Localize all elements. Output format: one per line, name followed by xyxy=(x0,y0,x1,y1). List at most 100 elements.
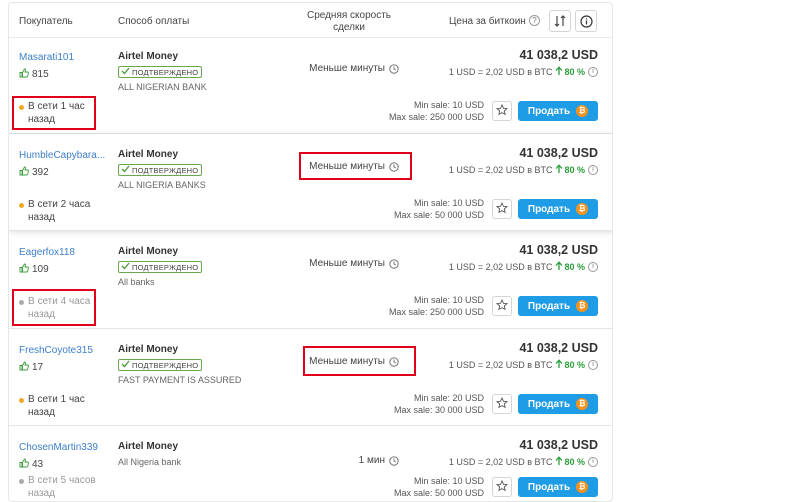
star-icon xyxy=(495,298,509,314)
info-icon[interactable]: i xyxy=(588,165,598,175)
favorite-button[interactable] xyxy=(492,296,512,316)
info-icon[interactable]: i xyxy=(588,457,598,467)
star-icon xyxy=(495,479,509,495)
avg-speed: 1 мин xyxy=(269,455,399,466)
buyer-username-link[interactable]: Masarati101 xyxy=(19,52,74,63)
speed-text: Меньше минуты xyxy=(309,356,385,367)
rating-count: 109 xyxy=(32,264,49,275)
rate-text: 1 USD = 2,02 USD в BTC xyxy=(448,262,553,272)
status-dot xyxy=(19,203,24,208)
min-sale: Min sale: 10 USD xyxy=(413,100,484,110)
column-price[interactable]: Цена за биткоин xyxy=(449,16,526,27)
favorite-button[interactable] xyxy=(492,101,512,121)
sort-button[interactable] xyxy=(549,10,571,32)
speed-text: Меньше минуты xyxy=(309,161,385,172)
check-icon xyxy=(121,262,130,272)
sell-button[interactable]: Продать ₿ xyxy=(518,296,598,316)
column-buyer[interactable]: Покупатель xyxy=(19,16,73,27)
column-payment-method[interactable]: Способ оплаты xyxy=(118,16,189,27)
sell-label: Продать xyxy=(527,300,571,312)
buyer-rating: 109 xyxy=(19,263,49,276)
rating-count: 815 xyxy=(32,69,49,80)
sell-button[interactable]: Продать ₿ xyxy=(518,394,598,414)
table-header: Покупатель Способ оплаты Средняя скорост… xyxy=(9,3,612,38)
sell-button[interactable]: Продать ₿ xyxy=(518,477,598,497)
sort-icon xyxy=(554,15,566,27)
bank-note: FAST PAYMENT IS ASSURED xyxy=(118,375,242,385)
buyer-username-link[interactable]: ChosenMartin339 xyxy=(19,442,98,453)
help-icon[interactable]: ? xyxy=(529,15,540,26)
info-icon xyxy=(579,14,593,28)
verified-label: ПОДТВЕРЖДЕНО xyxy=(132,262,199,272)
percent-value: 80 % xyxy=(564,67,585,77)
bitcoin-icon: ₿ xyxy=(576,481,589,493)
bitcoin-icon: ₿ xyxy=(576,105,589,117)
speed-text: 1 мин xyxy=(358,455,385,466)
table-row: FreshCoyote315 17 В сети 1 час назад Air… xyxy=(9,329,612,426)
sell-label: Продать xyxy=(527,105,571,117)
sell-button[interactable]: Продать ₿ xyxy=(518,199,598,219)
percent-value: 80 % xyxy=(564,457,585,467)
check-icon xyxy=(121,165,130,175)
offers-table: Покупатель Способ оплаты Средняя скорост… xyxy=(8,2,613,502)
status-dot xyxy=(19,479,24,484)
payment-method-name: Airtel Money xyxy=(118,344,179,355)
rate-percent: 80 % xyxy=(555,66,585,78)
buyer-username-link[interactable]: FreshCoyote315 xyxy=(19,345,93,356)
rate-text: 1 USD = 2,02 USD в BTC xyxy=(448,457,553,467)
buyer-username-link[interactable]: HumbleCapybara... xyxy=(19,150,105,161)
sale-limits: Min sale: 10 USD Max sale: 250 000 USD xyxy=(349,99,484,123)
buyer-username-link[interactable]: Eagerfox118 xyxy=(19,247,75,258)
column-avg-speed[interactable]: Средняя скорость сделки xyxy=(299,10,399,34)
thumbs-up-icon xyxy=(19,263,29,276)
table-row: ChosenMartin339 43 В сети 5 часов назад … xyxy=(9,426,612,501)
rate-text: 1 USD = 2,02 USD в BTC xyxy=(448,67,553,77)
status-text: В сети 1 час назад xyxy=(28,394,85,418)
rate-percent: 80 % xyxy=(555,456,585,468)
bitcoin-icon: ₿ xyxy=(576,203,589,215)
min-sale: Min sale: 20 USD xyxy=(413,393,484,403)
status-dot xyxy=(19,398,24,403)
bank-note: ALL NIGERIAN BANK xyxy=(118,82,207,92)
max-sale: Max sale: 50 000 USD xyxy=(393,210,484,220)
payment-method-name: Airtel Money xyxy=(118,441,179,452)
bitcoin-icon: ₿ xyxy=(576,398,589,410)
arrow-up-icon xyxy=(555,164,563,176)
buyer-rating: 392 xyxy=(19,166,49,179)
status-text: В сети 1 час назад xyxy=(28,101,85,125)
bitcoin-icon: ₿ xyxy=(576,300,589,312)
online-status: В сети 2 часа назад xyxy=(19,198,99,224)
info-icon[interactable]: i xyxy=(588,67,598,77)
bank-note: All banks xyxy=(118,277,155,287)
info-icon[interactable]: i xyxy=(588,360,598,370)
sell-button[interactable]: Продать ₿ xyxy=(518,101,598,121)
clock-icon xyxy=(389,161,399,172)
online-status: В сети 1 час назад xyxy=(19,100,99,126)
thumbs-up-icon xyxy=(19,361,29,374)
arrow-up-icon xyxy=(555,359,563,371)
clock-icon xyxy=(389,63,399,74)
table-row: HumbleCapybara... 392 В сети 2 часа наза… xyxy=(9,134,612,231)
speed-text: Меньше минуты xyxy=(309,63,385,74)
clock-icon xyxy=(389,455,399,466)
status-text: В сети 2 часа назад xyxy=(28,199,91,223)
favorite-button[interactable] xyxy=(492,394,512,414)
max-sale: Max sale: 250 000 USD xyxy=(388,307,484,317)
rating-count: 17 xyxy=(32,362,44,373)
sell-label: Продать xyxy=(527,203,571,215)
verified-badge: ПОДТВЕРЖДЕНО xyxy=(118,164,203,176)
btc-price: 41 038,2 USD xyxy=(519,438,598,452)
status-text: В сети 5 часов назад xyxy=(28,475,96,499)
arrow-up-icon xyxy=(555,456,563,468)
min-sale: Min sale: 10 USD xyxy=(413,295,484,305)
exchange-rate: 1 USD = 2,02 USD в BTC 80 % i xyxy=(449,359,598,371)
favorite-button[interactable] xyxy=(492,477,512,497)
verified-label: ПОДТВЕРЖДЕНО xyxy=(132,67,199,77)
speed-text: Меньше минуты xyxy=(309,258,385,269)
info-button[interactable] xyxy=(575,10,597,32)
btc-price: 41 038,2 USD xyxy=(519,146,598,160)
rating-count: 43 xyxy=(32,459,44,470)
favorite-button[interactable] xyxy=(492,199,512,219)
min-sale: Min sale: 10 USD xyxy=(413,476,484,486)
info-icon[interactable]: i xyxy=(588,262,598,272)
